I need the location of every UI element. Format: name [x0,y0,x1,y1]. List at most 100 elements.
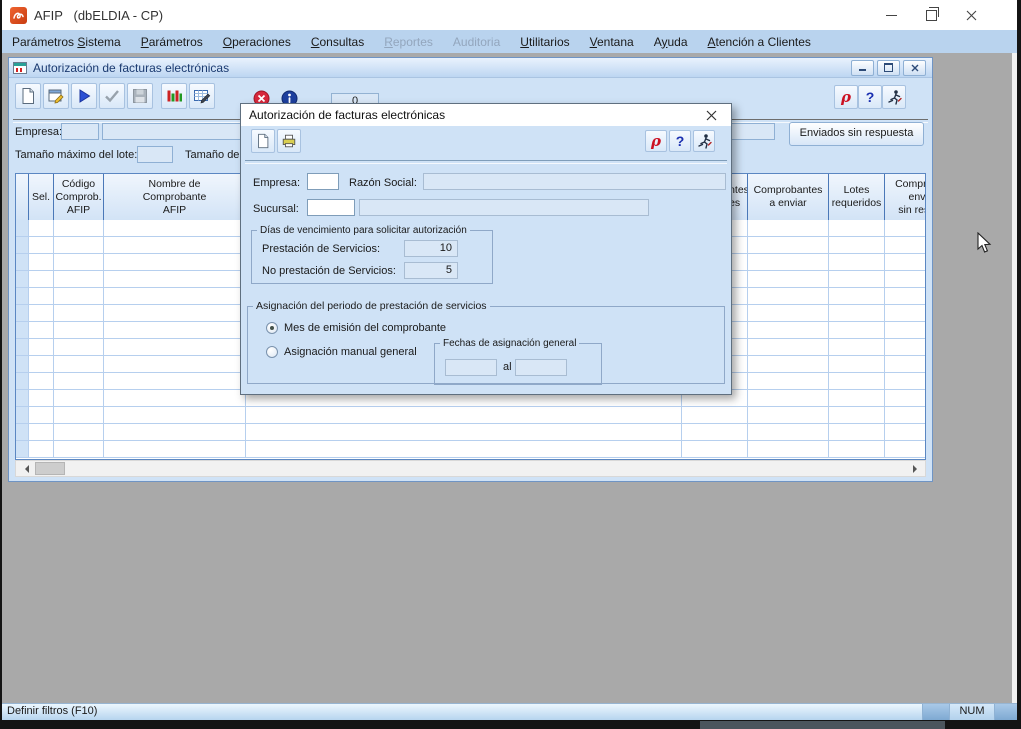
status-bar: Definir filtros (F10) NUM [2,703,1017,720]
batch-columns-button[interactable] [161,83,187,109]
status-panel [994,704,1017,720]
save-button-disabled[interactable] [127,83,153,109]
table-cell [29,305,54,322]
table-cell [104,407,246,424]
dialog-new-button[interactable] [251,129,275,153]
grid-horizontal-scrollbar[interactable] [15,460,926,477]
mdi-window-icon [13,61,27,75]
table-cell [29,237,54,254]
sucursal-label: Sucursal: [253,203,299,215]
table-cell [748,322,829,339]
menu-item[interactable]: Parámetros Sistema [2,32,131,52]
close-button[interactable] [951,0,991,30]
scroll-left-button[interactable] [16,461,33,476]
taskbar-hint [700,721,945,729]
table-cell [748,390,829,407]
table-cell [29,424,54,441]
dialog-print-button[interactable] [277,129,301,153]
menu-item[interactable]: Parámetros [131,32,213,52]
save-icon [131,87,149,105]
table-row[interactable] [16,424,925,441]
whistle-button[interactable]: ρ [834,85,858,109]
table-cell [16,271,29,288]
arrow-right-icon [913,465,921,473]
grid-column-header[interactable]: Código Comprob. AFIP [54,174,104,220]
dialog-exit-button[interactable] [693,130,715,152]
radio-asignacion-manual[interactable]: Asignación manual general [266,346,417,358]
menu-item[interactable]: Operaciones [213,32,301,52]
table-cell [104,237,246,254]
dialog-autorizacion: Autorización de facturas electrónicas ρ [240,103,732,395]
dialog-close-button[interactable] [701,105,721,125]
radio-mes-emision[interactable]: Mes de emisión del comprobante [266,322,446,334]
table-cell [829,356,885,373]
table-cell [29,254,54,271]
table-cell [246,424,682,441]
table-cell [748,407,829,424]
exit-button[interactable] [882,85,906,109]
table-cell [54,220,104,237]
scrollbar-thumb[interactable] [35,462,65,475]
table-cell [104,424,246,441]
dialog-help-button[interactable]: ? [669,130,691,152]
grid-column-header[interactable]: Sel. [29,174,54,220]
help-button[interactable]: ? [858,85,882,109]
table-cell [885,305,926,322]
grid-edit-button[interactable] [189,83,215,109]
table-cell [104,254,246,271]
table-cell [54,424,104,441]
properties-button[interactable] [43,83,69,109]
mdi-restore-button[interactable] [877,60,900,76]
table-cell [885,254,926,271]
grid-column-header[interactable]: Comprobantes enviados sin respuesta [885,174,926,220]
table-cell [748,339,829,356]
radio-label: Mes de emisión del comprobante [284,322,446,334]
grid-column-header[interactable]: Nombre de Comprobante AFIP [104,174,246,220]
table-row[interactable] [16,407,925,424]
table-cell [16,305,29,322]
table-cell [54,356,104,373]
radio-button-icon[interactable] [266,322,278,334]
table-cell [246,407,682,424]
new-button[interactable] [15,83,41,109]
table-cell [104,288,246,305]
menu-item[interactable]: Reportes [374,32,443,52]
check-icon [103,87,121,105]
menu-item[interactable]: Ventana [580,32,644,52]
mdi-close-button[interactable] [903,60,926,76]
empresa-input[interactable] [307,173,339,190]
grid-column-header[interactable]: Comprobantes a enviar [748,174,829,220]
table-cell [829,322,885,339]
fecha-desde-field [445,359,497,376]
grid-column-header[interactable] [16,174,29,220]
sucursal-input[interactable] [307,199,355,216]
table-cell [829,271,885,288]
minimize-button[interactable] [871,0,911,30]
table-cell [104,373,246,390]
confirm-button-disabled[interactable] [99,83,125,109]
menu-item[interactable]: Auditoria [443,32,510,52]
minimize-icon [859,69,866,71]
table-cell [16,356,29,373]
table-cell [885,339,926,356]
close-icon [706,110,717,121]
menu-item[interactable]: Ayuda [644,32,698,52]
radio-button-icon[interactable] [266,346,278,358]
sucursal-desc-field [359,199,649,216]
table-cell [16,339,29,356]
enviados-sin-respuesta-button[interactable]: Enviados sin respuesta [789,122,924,146]
menu-item[interactable]: Consultas [301,32,374,52]
grid-column-header[interactable]: Lotes requeridos [829,174,885,220]
table-row[interactable] [16,441,925,458]
menu-item[interactable]: Atención a Clientes [698,32,821,52]
restore-icon [884,63,893,72]
restore-button[interactable] [911,0,951,30]
table-cell [682,424,748,441]
mdi-minimize-button[interactable] [851,60,874,76]
scroll-right-button[interactable] [908,461,925,476]
arrow-left-icon [21,465,29,473]
execute-button[interactable] [71,83,97,109]
dialog-whistle-button[interactable]: ρ [645,130,667,152]
menu-item[interactable]: Utilitarios [510,32,579,52]
printer-icon [281,133,297,149]
